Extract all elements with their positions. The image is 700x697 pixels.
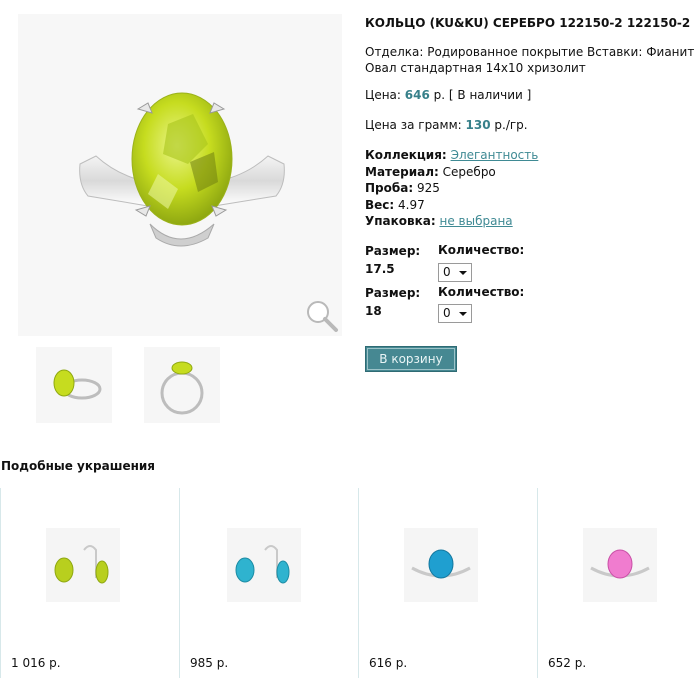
- quantity-select[interactable]: 0: [438, 304, 472, 323]
- size-label: Размер:: [365, 244, 421, 258]
- prop-proba: Проба: 925: [365, 180, 538, 197]
- size-value: 18: [365, 304, 382, 318]
- price-row: Цена: 646 р. [ В наличии ]: [365, 88, 531, 102]
- card-divider: [537, 488, 538, 678]
- prop-package: Упаковка: не выбрана: [365, 213, 538, 230]
- similar-item-image[interactable]: [46, 528, 120, 602]
- quantity-label: Количество:: [438, 243, 525, 257]
- thumbnail-side-view[interactable]: [36, 347, 112, 423]
- quantity-label: Количество:: [438, 285, 525, 299]
- similar-item-price: 652 р.: [548, 656, 587, 670]
- card-divider: [0, 488, 1, 678]
- price-label: Цена:: [365, 88, 401, 102]
- similar-item-image[interactable]: [227, 528, 301, 602]
- similar-item-image[interactable]: [404, 528, 478, 602]
- product-main-image[interactable]: [18, 14, 342, 336]
- similar-item-price: 985 р.: [190, 656, 229, 670]
- prop-material-value: Серебро: [442, 164, 496, 179]
- card-divider: [358, 488, 359, 678]
- gram-price-value: 130: [465, 118, 491, 132]
- product-properties: Коллекция: Элегантность Материал: Серебр…: [365, 147, 538, 230]
- chevron-down-icon: [459, 271, 467, 275]
- add-to-cart-button[interactable]: В корзину: [365, 346, 457, 372]
- similar-item-price: 616 р.: [369, 656, 408, 670]
- card-divider: [179, 488, 180, 678]
- prop-material-label: Материал:: [365, 164, 439, 179]
- quantity-select-value: 0: [443, 306, 451, 320]
- ring-image: [79, 92, 285, 247]
- prop-collection: Коллекция: Элегантность: [365, 147, 538, 164]
- similar-item-card[interactable]: 985 р.: [179, 488, 357, 678]
- prop-proba-label: Проба:: [365, 181, 414, 195]
- prop-collection-label: Коллекция:: [365, 148, 447, 162]
- price-suffix: р. [ В наличии ]: [433, 88, 532, 102]
- prop-package-label: Упаковка:: [365, 214, 436, 228]
- prop-material: Материал: Серебро: [365, 164, 538, 181]
- product-description: Отделка: Родированное покрытие Вставки: …: [365, 45, 695, 75]
- zoom-icon[interactable]: [303, 298, 339, 334]
- similar-item-card[interactable]: 616 р.: [358, 488, 536, 678]
- package-link[interactable]: не выбрана: [440, 214, 513, 228]
- gram-price-label: Цена за грамм:: [365, 118, 462, 132]
- prop-weight-value: 4.97: [398, 197, 425, 212]
- size-label: Размер:: [365, 286, 421, 300]
- collection-link[interactable]: Элегантность: [451, 148, 539, 162]
- similar-item-image[interactable]: [583, 528, 657, 602]
- prop-weight: Вес: 4.97: [365, 197, 538, 214]
- gram-price-suffix: р./гр.: [494, 118, 528, 132]
- size-value: 17.5: [365, 262, 395, 276]
- quantity-select-value: 0: [443, 265, 451, 279]
- similar-section-title: Подобные украшения: [1, 459, 156, 473]
- similar-item-price: 1 016 р.: [11, 656, 61, 670]
- gram-price-row: Цена за грамм: 130 р./гр.: [365, 118, 528, 132]
- prop-proba-value: 925: [416, 181, 440, 195]
- quantity-select[interactable]: 0: [438, 263, 472, 282]
- thumbnail-front-view[interactable]: [144, 347, 220, 423]
- similar-item-card[interactable]: 652 р.: [537, 488, 700, 678]
- prop-weight-label: Вес:: [365, 197, 395, 212]
- price-value: 646: [404, 88, 430, 102]
- similar-item-card[interactable]: 1 016 р.: [0, 488, 178, 678]
- chevron-down-icon: [459, 312, 467, 316]
- product-title: КОЛЬЦО (KU&KU) СЕРЕБРО 122150-2 122150-2: [365, 16, 691, 30]
